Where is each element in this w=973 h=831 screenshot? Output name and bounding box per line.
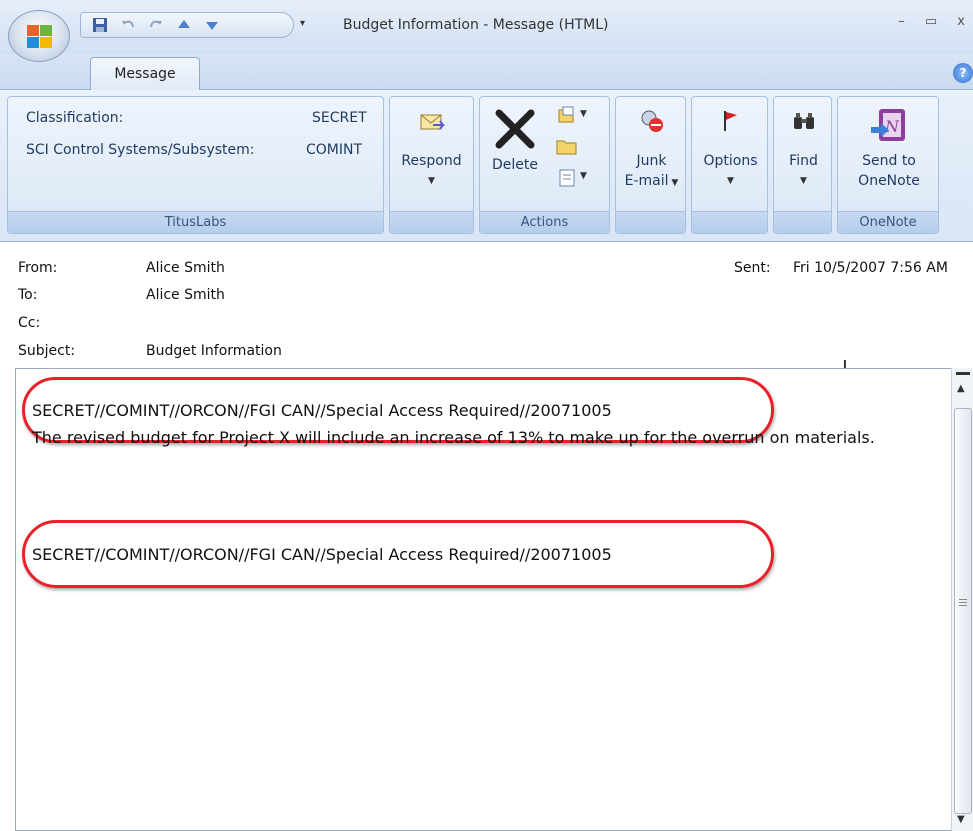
scroll-down-icon[interactable]: ▼ [957, 814, 965, 825]
window-title: Budget Information - Message (HTML) [343, 17, 609, 33]
onenote-group-label: OneNote [838, 211, 938, 233]
cc-label: Cc: [18, 315, 41, 331]
from-label: From: [18, 260, 58, 276]
junk-dropdown-icon: ▼ [668, 178, 679, 188]
redo-icon[interactable] [147, 16, 165, 34]
delete-x-icon [493, 105, 537, 153]
sci-control-label: SCI Control Systems/Subsystem: [26, 142, 255, 158]
sci-control-value[interactable]: COMINT [306, 142, 362, 158]
delete-button[interactable]: Delete [484, 105, 546, 175]
message-header: From: Alice Smith To: Alice Smith Cc: Su… [0, 242, 973, 380]
svg-text:N: N [884, 117, 900, 136]
find-dropdown-icon: ▼ [800, 176, 807, 186]
classification-marking-top: SECRET//COMINT//ORCON//FGI CAN//Special … [32, 401, 612, 420]
ribbon-tab-row: Message ? [0, 54, 973, 91]
options-group: Options ▼ [691, 96, 768, 234]
options-group-label [692, 211, 767, 233]
office-button[interactable] [8, 10, 70, 62]
sent-label: Sent: [734, 260, 771, 276]
junk-label-line2: E-mail [624, 173, 669, 189]
actions-group-label: Actions [480, 211, 609, 233]
other-actions-dropdown-icon[interactable]: ▼ [580, 171, 587, 181]
onenote-group: N Send to OneNote OneNote [837, 96, 939, 234]
classification-value[interactable]: SECRET [312, 110, 367, 126]
onenote-label-line1: Send to [862, 153, 916, 169]
send-to-onenote-button[interactable]: N Send to OneNote [842, 103, 936, 191]
options-label: Options [703, 153, 758, 169]
save-icon[interactable] [91, 16, 109, 34]
undo-icon[interactable] [119, 16, 137, 34]
find-label: Find [789, 153, 818, 169]
onenote-icon: N [867, 103, 911, 147]
flag-icon [715, 105, 747, 137]
subject-value: Budget Information [146, 343, 282, 359]
classification-label: Classification: [26, 110, 124, 126]
ribbon: Classification: SECRET SCI Control Syste… [0, 90, 973, 242]
delete-label: Delete [492, 157, 538, 173]
junk-group-label [616, 211, 685, 233]
binoculars-icon [788, 105, 820, 137]
sent-value: Fri 10/5/2007 7:56 AM [793, 260, 948, 276]
respond-group-label [390, 211, 473, 233]
next-item-icon[interactable] [203, 16, 221, 34]
junk-email-button[interactable]: Junk E-mail ▼ [618, 105, 685, 193]
tab-message[interactable]: Message [90, 57, 200, 91]
respond-label: Respond [401, 153, 462, 169]
junk-label-line1: Junk [636, 153, 667, 169]
junk-email-icon [636, 105, 668, 137]
move-dropdown-icon[interactable]: ▼ [580, 109, 587, 119]
other-actions-icon[interactable] [556, 167, 578, 189]
onenote-label-line2: OneNote [858, 173, 920, 189]
message-body[interactable]: SECRET//COMINT//ORCON//FGI CAN//Special … [15, 368, 952, 831]
scroll-top-line [956, 372, 970, 375]
options-button[interactable]: Options ▼ [694, 105, 767, 191]
scrollbar-thumb[interactable] [954, 408, 972, 814]
subject-label: Subject: [18, 343, 76, 359]
from-value[interactable]: Alice Smith [146, 260, 225, 276]
office-logo-icon [27, 25, 52, 48]
message-text: The revised budget for Project X will in… [32, 428, 875, 447]
find-group: Find ▼ [773, 96, 832, 234]
respond-button[interactable]: Respond ▼ [392, 105, 471, 191]
title-bar: ▾ Budget Information - Message (HTML) – … [0, 0, 973, 54]
scroll-up-icon[interactable]: ▲ [957, 383, 965, 394]
window-controls[interactable]: – ▭ x [898, 14, 973, 29]
quick-access-toolbar [80, 12, 294, 38]
help-icon[interactable]: ? [953, 63, 973, 83]
move-to-folder-icon[interactable] [556, 105, 578, 127]
folder-icon[interactable] [556, 135, 578, 157]
options-dropdown-icon: ▼ [727, 176, 734, 186]
tituslabs-group: Classification: SECRET SCI Control Syste… [7, 96, 384, 234]
respond-group: Respond ▼ [389, 96, 474, 234]
vertical-scrollbar[interactable]: ▲ ▼ [951, 368, 973, 831]
tituslabs-group-label: TitusLabs [8, 211, 383, 233]
junk-email-group: Junk E-mail ▼ [615, 96, 686, 234]
to-label: To: [18, 287, 38, 303]
find-group-label [774, 211, 831, 233]
to-value[interactable]: Alice Smith [146, 287, 225, 303]
actions-group: Delete ▼ ▼ Actions [479, 96, 610, 234]
classification-marking-bottom: SECRET//COMINT//ORCON//FGI CAN//Special … [32, 545, 612, 564]
previous-item-icon[interactable] [175, 16, 193, 34]
customize-toolbar-icon[interactable]: ▾ [300, 18, 305, 29]
find-button[interactable]: Find ▼ [776, 105, 831, 191]
respond-dropdown-icon: ▼ [428, 176, 435, 186]
respond-icon [416, 105, 448, 137]
